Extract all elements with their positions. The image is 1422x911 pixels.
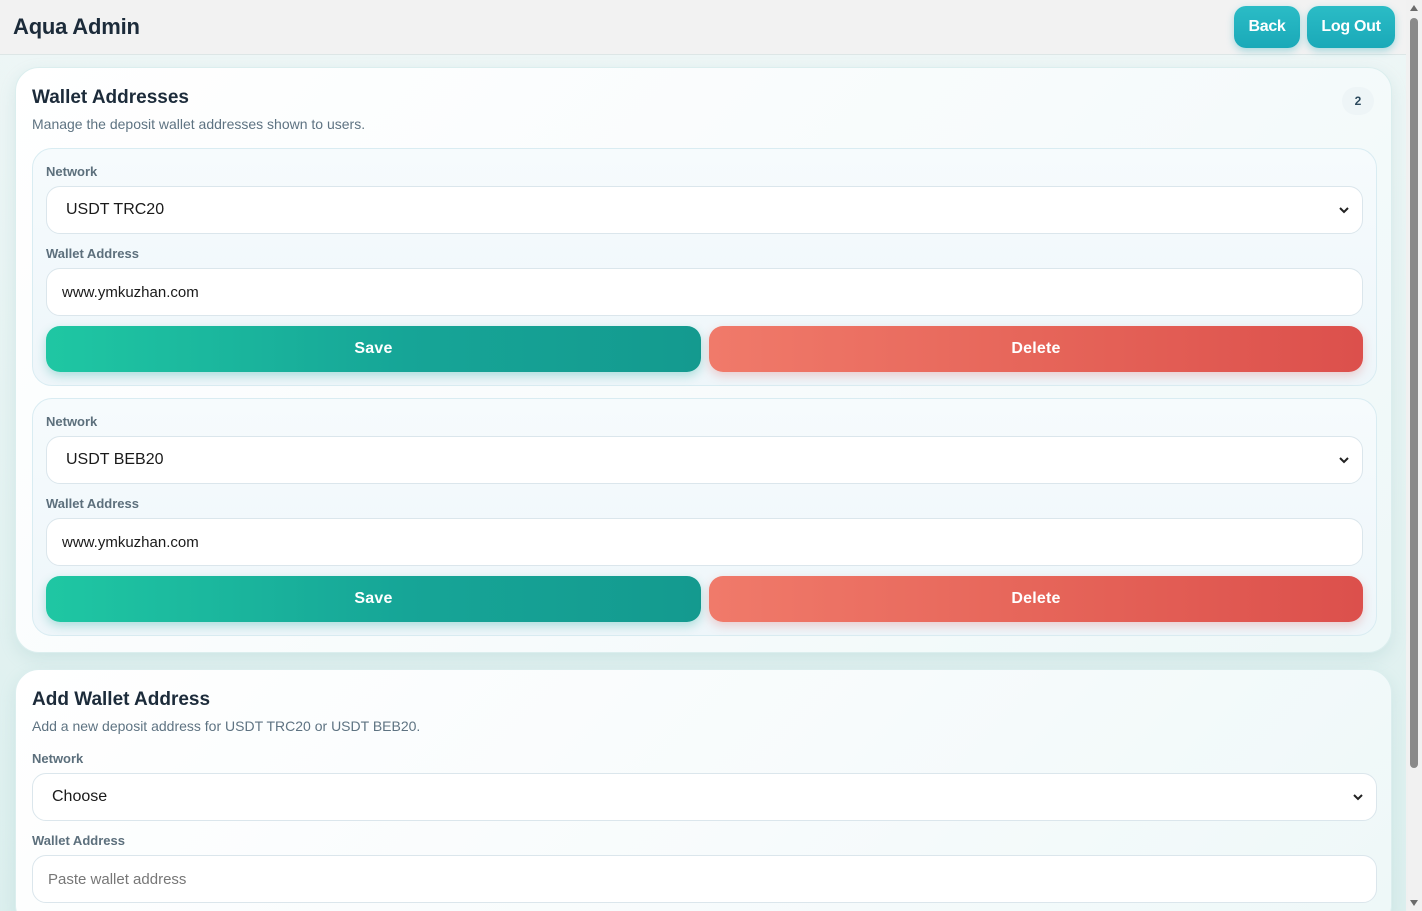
panel-subtitle: Add a new deposit address for USDT TRC20… xyxy=(32,718,421,734)
delete-button[interactable]: Delete xyxy=(709,576,1363,622)
save-button[interactable]: Save xyxy=(46,576,701,622)
network-select[interactable]: Choose xyxy=(32,773,1377,821)
network-label: Network xyxy=(46,164,98,179)
add-wallet-panel: Add Wallet Address Add a new deposit add… xyxy=(15,669,1392,911)
network-select-value: USDT TRC20 xyxy=(66,201,165,218)
panel-subtitle: Manage the deposit wallet addresses show… xyxy=(32,116,366,132)
wallet-address-value: www.ymkuzhan.com xyxy=(62,534,199,551)
panel-title: Add Wallet Address xyxy=(32,689,211,710)
network-label: Network xyxy=(46,414,98,429)
wallet-card: Network USDT BEB20 Wallet Address www.ym… xyxy=(32,398,1377,636)
network-select-value: USDT BEB20 xyxy=(66,451,164,468)
wallet-address-label: Wallet Address xyxy=(46,246,139,261)
back-button[interactable]: Back xyxy=(1234,6,1300,48)
logout-button[interactable]: Log Out xyxy=(1307,6,1395,48)
save-button[interactable]: Save xyxy=(46,326,701,372)
scrollbar-thumb[interactable] xyxy=(1410,18,1418,768)
wallet-card: Network USDT TRC20 Wallet Address www.ym… xyxy=(32,148,1377,386)
scroll-up-arrow-icon[interactable] xyxy=(1410,5,1418,11)
top-bar: Aqua Admin Back Log Out xyxy=(0,0,1406,55)
panel-title: Wallet Addresses xyxy=(32,87,189,108)
wallet-addresses-panel: Wallet Addresses Manage the deposit wall… xyxy=(15,67,1392,653)
chevron-down-icon xyxy=(1353,794,1363,801)
wallet-address-input[interactable]: www.ymkuzhan.com xyxy=(46,268,1363,316)
network-select[interactable]: USDT TRC20 xyxy=(46,186,1363,234)
network-select-value: Choose xyxy=(52,788,108,805)
wallet-address-placeholder: Paste wallet address xyxy=(48,871,187,888)
delete-button[interactable]: Delete xyxy=(709,326,1363,372)
wallet-address-label: Wallet Address xyxy=(32,833,125,848)
network-select[interactable]: USDT BEB20 xyxy=(46,436,1363,484)
wallet-address-value: www.ymkuzhan.com xyxy=(62,284,199,301)
chevron-down-icon xyxy=(1339,207,1349,214)
app-title: Aqua Admin xyxy=(13,14,140,39)
chevron-down-icon xyxy=(1339,457,1349,464)
network-label: Network xyxy=(32,751,84,766)
wallet-address-label: Wallet Address xyxy=(46,496,139,511)
wallet-address-input[interactable]: Paste wallet address xyxy=(32,855,1377,903)
wallet-address-input[interactable]: www.ymkuzhan.com xyxy=(46,518,1363,566)
scroll-down-arrow-icon[interactable] xyxy=(1410,900,1418,906)
scrollbar[interactable] xyxy=(1406,0,1422,911)
count-badge: 2 xyxy=(1342,87,1374,115)
